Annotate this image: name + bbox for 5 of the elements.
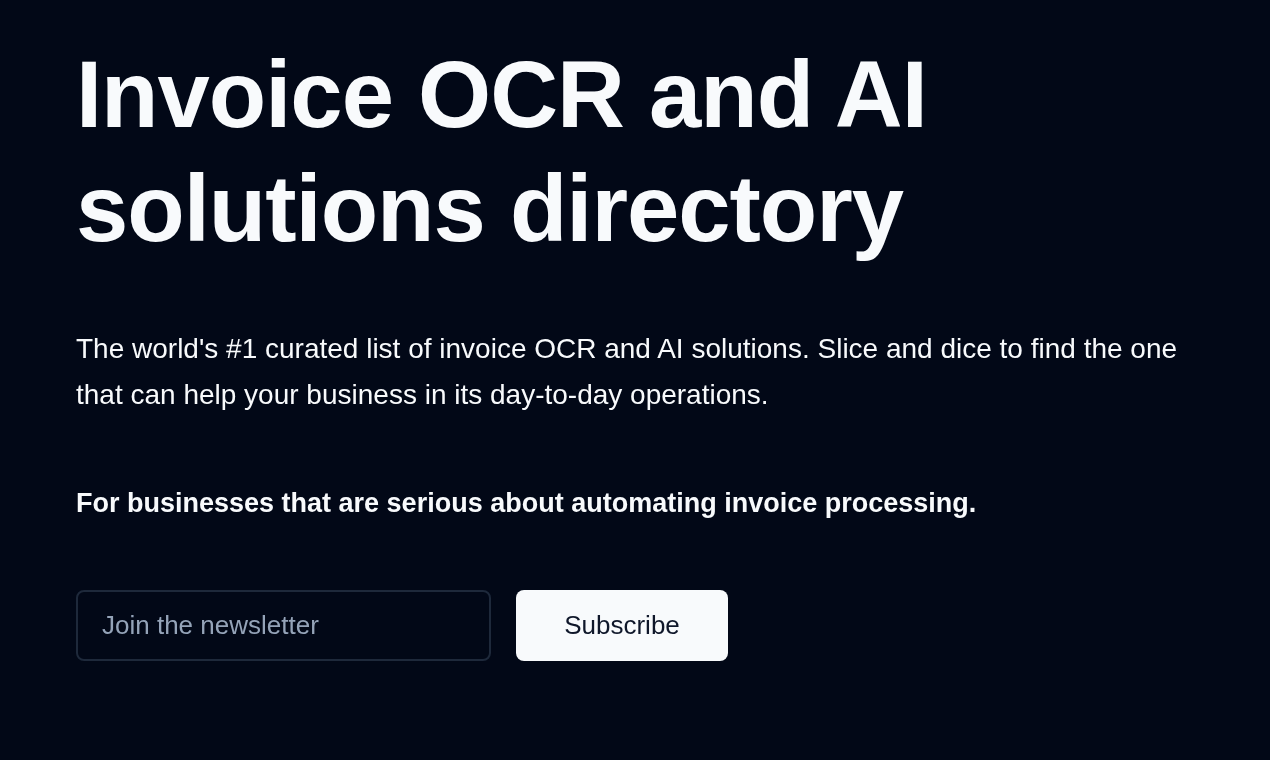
description-paragraph: The world's #1 curated list of invoice OCR and AI solutions. Slice and dice to find the one that can help your business in its day-to-day operations. — [76, 332, 1179, 412]
page-title: Invoice OCR and AI solutions directory — [76, 41, 928, 263]
newsletter-email-field[interactable]: Join the newsletter — [76, 590, 491, 661]
tagline: For businesses that are serious about automating invoice processing. — [76, 487, 978, 520]
subscribe-button[interactable]: Subscribe — [516, 590, 728, 661]
